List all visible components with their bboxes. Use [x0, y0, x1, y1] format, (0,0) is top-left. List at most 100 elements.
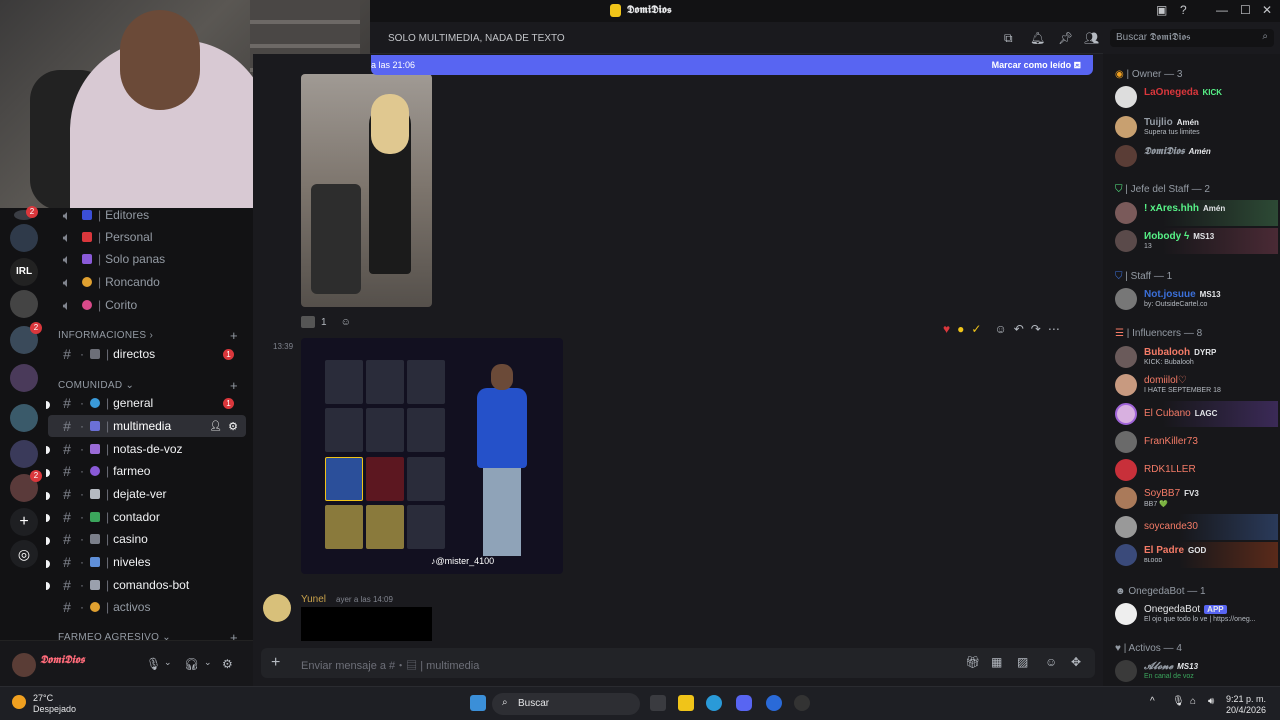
member-item[interactable]: FranKiller73: [1113, 429, 1278, 455]
server-folder-icon[interactable]: [10, 404, 38, 432]
search-input[interactable]: Buscar 𝕯𝖔𝖒𝖎𝕯𝖎𝖔𝖘 ⌕: [1110, 29, 1274, 47]
discord-icon[interactable]: [736, 695, 752, 711]
member-item[interactable]: domiilol♡ I HATE SEPTEMBER 18: [1113, 372, 1278, 398]
clock[interactable]: 9:21 p. m. 20/4/2026: [1226, 694, 1266, 716]
add-channel-icon[interactable]: +: [230, 378, 238, 393]
emoji-reaction-icon[interactable]: ●: [957, 322, 964, 336]
chevron-down-icon[interactable]: ⌄: [164, 657, 172, 668]
new-messages-banner[interactable]: a las 21:06 Marcar como leído ⛾: [371, 55, 1093, 75]
channel-notas-de-voz[interactable]: # · | notas-de-voz: [48, 438, 246, 460]
member-item[interactable]: El Padre GOD ʙʟᴏᴏᴅ: [1113, 542, 1278, 568]
author-name[interactable]: Yunel: [301, 594, 326, 605]
server-icon[interactable]: [14, 206, 38, 220]
tray-chevron-icon[interactable]: ^: [1150, 696, 1155, 707]
network-icon[interactable]: ⌂: [1190, 696, 1196, 707]
emoji-icon[interactable]: ☺: [1045, 655, 1057, 669]
username[interactable]: 𝕯𝖔𝖒𝖎𝕯𝖎𝖔𝖘: [40, 654, 85, 667]
member-item[interactable]: El Cubano LAGC: [1113, 401, 1278, 427]
discover-icon[interactable]: ◎: [10, 540, 38, 568]
mic-tray-icon[interactable]: 🎙︎: [1172, 696, 1185, 707]
channel-niveles[interactable]: # · | niveles: [48, 551, 246, 573]
server-icon[interactable]: [10, 224, 38, 252]
obs-icon[interactable]: [794, 695, 810, 711]
channel-casino[interactable]: # · | casino: [48, 528, 246, 550]
message-author[interactable]: Yunel ayer a las 14:09: [301, 594, 393, 605]
category-informaciones[interactable]: INFORMACIONES › +: [58, 328, 238, 343]
add-reaction-icon[interactable]: ☺: [341, 317, 351, 328]
app-icon[interactable]: [766, 695, 782, 711]
channel-directos[interactable]: # · | directos 1: [48, 343, 246, 365]
member-item[interactable]: OnegedaBot APP El ojo que todo lo ve | htt…: [1113, 601, 1278, 627]
voice-channel[interactable]: 🔈︎ | Editores: [48, 204, 246, 226]
maximize-button[interactable]: ☐: [1240, 3, 1251, 17]
voice-channel[interactable]: 🔈︎ | Personal: [48, 226, 246, 248]
category-comunidad[interactable]: COMUNIDAD ⌄ +: [58, 378, 238, 393]
settings-gear-icon[interactable]: ⚙: [222, 657, 233, 671]
server-folder-icon[interactable]: [10, 322, 42, 354]
voice-channel[interactable]: 🔈︎ | Roncando: [48, 271, 246, 293]
server-folder-icon[interactable]: [10, 364, 38, 392]
inbox-icon[interactable]: ▣: [1156, 3, 1167, 17]
forward-icon[interactable]: ↷: [1031, 322, 1041, 336]
microphone-icon[interactable]: 🎙︎: [146, 657, 161, 671]
more-icon[interactable]: ⋯: [1048, 322, 1060, 336]
minimize-button[interactable]: —: [1216, 3, 1228, 17]
member-list-icon[interactable]: 👥︎: [1084, 31, 1099, 45]
taskbar-search[interactable]: ⌕ Buscar: [492, 693, 640, 715]
settings-gear-icon[interactable]: ⚙: [228, 420, 238, 433]
channel-contador[interactable]: # · | contador: [48, 506, 246, 528]
channel-general[interactable]: # · | general 1: [48, 392, 246, 414]
member-item[interactable]: SoyBB7 FV3 BB7 💚: [1113, 485, 1278, 511]
add-reaction-icon[interactable]: ☺: [994, 322, 1006, 336]
apps-icon[interactable]: ✥: [1071, 655, 1081, 669]
invite-icon[interactable]: 👤︎: [209, 421, 222, 432]
headphones-icon[interactable]: 🎧︎: [184, 657, 199, 671]
add-server-icon[interactable]: +: [10, 508, 38, 536]
file-explorer-icon[interactable]: [678, 695, 694, 711]
chevron-down-icon[interactable]: ⌄: [204, 657, 212, 668]
task-view-icon[interactable]: [650, 695, 666, 711]
weather-widget[interactable]: 27°C Despejado: [33, 693, 76, 715]
server-folder-icon[interactable]: [10, 470, 42, 502]
member-item[interactable]: Not.josuue MS13 by: OutsideCartel.co: [1113, 286, 1278, 312]
check-icon[interactable]: ✓: [971, 322, 981, 336]
member-item[interactable]: Bubalooh DYRP KICK: Bubalooh: [1113, 344, 1278, 370]
member-item[interactable]: Tuijlio Amén Supera tus limites: [1113, 114, 1278, 140]
pin-icon[interactable]: 📌︎: [1058, 31, 1073, 45]
server-folder-icon[interactable]: [10, 290, 38, 318]
channel-dejate-ver[interactable]: # · | dejate-ver: [48, 483, 246, 505]
voice-channel[interactable]: 🔈︎ | Solo panas: [48, 248, 246, 270]
image-attachment[interactable]: ♪@mister_4100: [301, 338, 563, 574]
bell-icon[interactable]: 🔔︎: [1030, 31, 1045, 45]
member-item[interactable]: Иobody ϟ MS13 13: [1113, 228, 1278, 254]
channel-activos[interactable]: # · | activos: [48, 596, 246, 618]
message-input[interactable]: + Enviar mensaje a #・▤ | multimedia 🎁︎ ▦…: [261, 648, 1095, 678]
avatar[interactable]: [263, 594, 291, 622]
avatar[interactable]: [12, 653, 36, 677]
image-attachment[interactable]: [301, 74, 432, 307]
channel-comandos-bot[interactable]: # · | comandos-bot: [48, 574, 246, 596]
member-item[interactable]: RDK1LLER: [1113, 457, 1278, 483]
member-item[interactable]: 𝕯𝖔𝖒𝖎𝕯𝖎𝖔𝖘 Amén: [1113, 143, 1278, 169]
heart-icon[interactable]: ♥: [943, 322, 950, 336]
channel-multimedia[interactable]: # · | multimedia 👤︎ ⚙: [48, 415, 246, 437]
sticker-icon[interactable]: ▨: [1017, 655, 1028, 669]
member-item[interactable]: soycande30: [1113, 514, 1278, 540]
member-item[interactable]: ! xAres.hhh Amén: [1113, 200, 1278, 226]
voice-channel[interactable]: 🔈︎ | Corito: [48, 294, 246, 316]
add-channel-icon[interactable]: +: [230, 328, 238, 343]
help-icon[interactable]: ?: [1180, 3, 1187, 17]
volume-icon[interactable]: 🔊︎: [1208, 696, 1214, 707]
image-attachment[interactable]: [301, 607, 432, 641]
member-item[interactable]: LaOnegeda KICK: [1113, 84, 1278, 110]
reaction-emoji-icon[interactable]: [301, 316, 315, 328]
close-button[interactable]: ✕: [1262, 3, 1272, 17]
attach-plus-icon[interactable]: +: [271, 654, 280, 672]
irl-server-icon[interactable]: IRL: [10, 258, 38, 286]
reaction-count[interactable]: 1: [321, 317, 327, 328]
gift-icon[interactable]: 🎁︎: [965, 655, 980, 669]
edge-icon[interactable]: [706, 695, 722, 711]
channel-farmeo[interactable]: # · | farmeo: [48, 460, 246, 482]
member-item[interactable]: 𝓐𝓵𝓸𝓷𝓮 MS13 En canal de voz: [1113, 658, 1278, 684]
threads-icon[interactable]: ⧉: [1004, 31, 1013, 46]
